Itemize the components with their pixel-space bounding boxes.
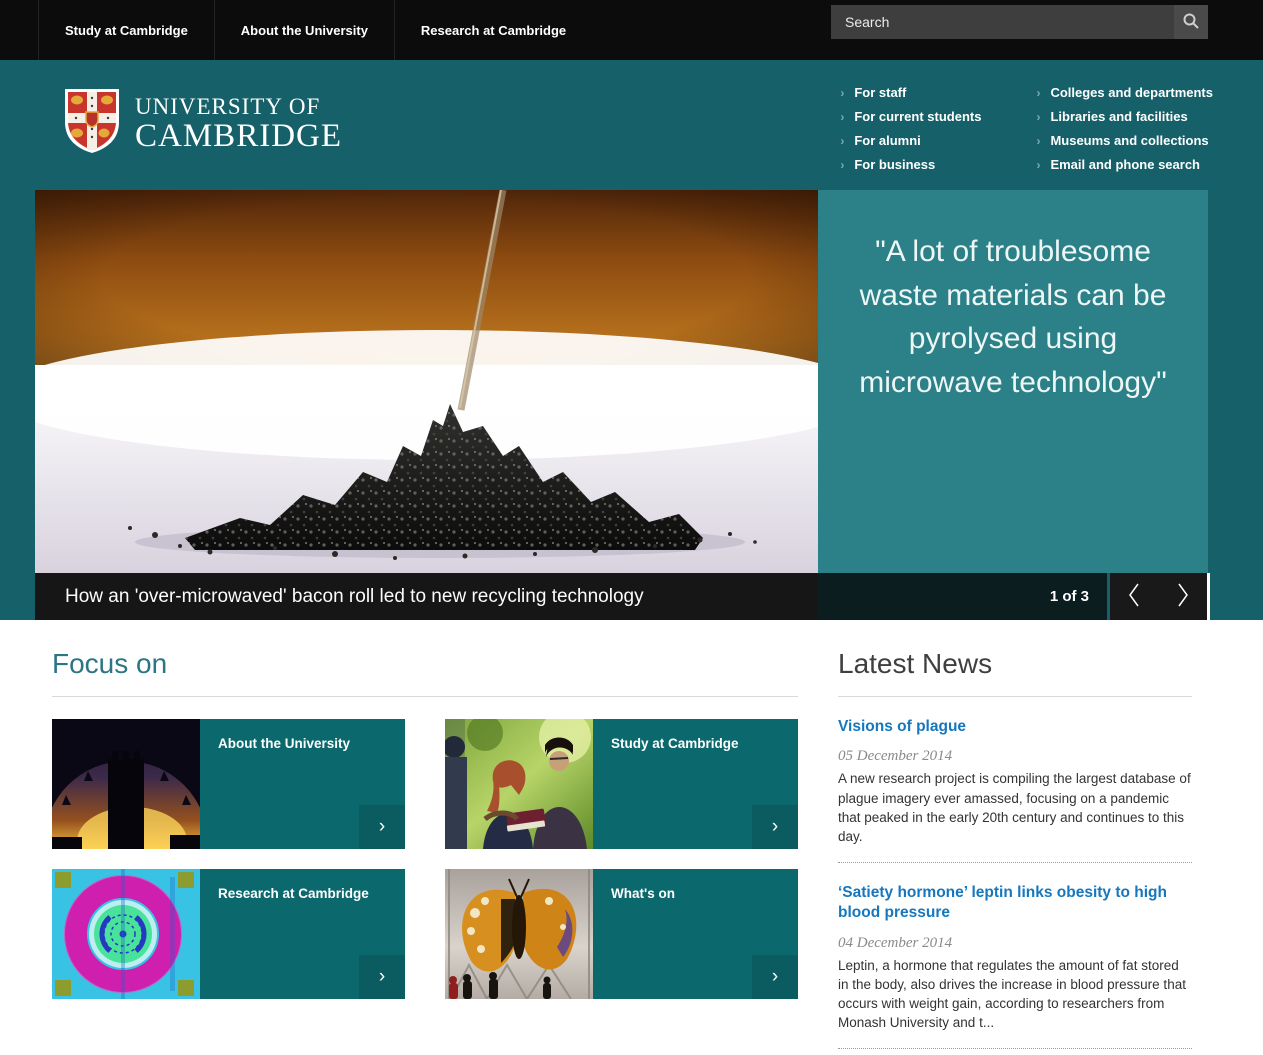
chevron-right-icon: › xyxy=(840,110,844,124)
tile-image-microscopy xyxy=(52,869,200,999)
carousel-next-button[interactable] xyxy=(1159,573,1208,620)
tile-research-at-cambridge[interactable]: Research at Cambridge › xyxy=(52,869,405,999)
university-logo[interactable]: UNIVERSITY OF CAMBRIDGE xyxy=(64,88,342,159)
news-article-title[interactable]: ‘Satiety hormone’ leptin links obesity t… xyxy=(838,883,1192,924)
link-colleges-departments[interactable]: › Colleges and departments xyxy=(1036,81,1213,105)
carousel-controls xyxy=(1110,573,1207,620)
focus-on-heading: Focus on xyxy=(52,648,798,680)
search-button[interactable] xyxy=(1174,5,1208,39)
chevron-right-icon: › xyxy=(840,86,844,100)
chevron-left-icon xyxy=(1126,581,1142,612)
news-article: ‘Satiety hormone’ leptin links obesity t… xyxy=(838,883,1192,1049)
chevron-right-icon: › xyxy=(840,134,844,148)
page-indicator-text: 1 of 3 xyxy=(1050,588,1089,605)
news-article-summary: Leptin, a hormone that regulates the amo… xyxy=(838,956,1192,1033)
nav-label: Study at Cambridge xyxy=(65,23,188,38)
carousel-page-indicator: 1 of 3 xyxy=(818,573,1110,620)
chevron-right-icon: › xyxy=(379,816,385,838)
search-icon xyxy=(1182,12,1200,33)
divider xyxy=(838,696,1192,697)
chevron-right-icon: › xyxy=(772,816,778,838)
focus-on-section: Focus on xyxy=(52,642,798,1055)
link-for-staff[interactable]: › For staff xyxy=(840,81,981,105)
hero-quote-panel: "A lot of troublesome waste materials ca… xyxy=(818,190,1208,573)
latest-news-heading: Latest News xyxy=(838,648,1192,680)
search-input[interactable] xyxy=(831,5,1174,39)
tile-arrow-button[interactable]: › xyxy=(359,805,405,849)
link-for-current-students[interactable]: › For current students xyxy=(840,105,981,129)
chevron-right-icon: › xyxy=(379,966,385,988)
brand-line1: UNIVERSITY OF xyxy=(135,94,342,119)
teal-header-zone: UNIVERSITY OF CAMBRIDGE › For staff › For … xyxy=(0,60,1263,620)
tile-label: Research at Cambridge xyxy=(200,869,381,999)
chevron-right-icon: › xyxy=(1036,110,1040,124)
caption-text: How an 'over-microwaved' bacon roll led … xyxy=(65,586,644,608)
latest-news-section: Latest News Visions of plague 05 Decembe… xyxy=(838,642,1192,1055)
cambridge-shield-icon xyxy=(64,88,120,159)
link-label: Museums and collections xyxy=(1050,133,1208,148)
tile-label: What's on xyxy=(593,869,687,999)
hero-quote-text: "A lot of troublesome waste materials ca… xyxy=(859,235,1166,399)
news-article-date: 05 December 2014 xyxy=(838,748,1192,765)
carousel-prev-button[interactable] xyxy=(1110,573,1159,620)
carousel-bar: How an 'over-microwaved' bacon roll led … xyxy=(35,573,1210,620)
hero-image-pyrolysed-carbon[interactable] xyxy=(35,190,818,573)
top-navigation-bar: Study at Cambridge About the University … xyxy=(0,0,1263,60)
news-article: Visions of plague 05 December 2014 A new… xyxy=(838,717,1192,863)
tile-study-at-cambridge[interactable]: Study at Cambridge › xyxy=(445,719,798,849)
nav-label: About the University xyxy=(241,23,368,38)
main-content: Focus on xyxy=(0,620,1263,1055)
tile-whats-on[interactable]: What's on › xyxy=(445,869,798,999)
tile-about-the-university[interactable]: About the University › xyxy=(52,719,405,849)
chevron-right-icon: › xyxy=(1036,134,1040,148)
link-label: For alumni xyxy=(854,133,920,148)
link-label: Libraries and facilities xyxy=(1050,109,1187,124)
brand-line2: CAMBRIDGE xyxy=(135,119,342,154)
carousel-caption[interactable]: How an 'over-microwaved' bacon roll led … xyxy=(35,573,818,620)
quick-links-column-1: › For staff › For current students › For al… xyxy=(840,81,981,177)
link-museums-collections[interactable]: › Museums and collections xyxy=(1036,129,1213,153)
chevron-right-icon: › xyxy=(840,158,844,172)
chevron-right-icon xyxy=(1175,581,1191,612)
tile-arrow-button[interactable]: › xyxy=(752,955,798,999)
nav-study-at-cambridge[interactable]: Study at Cambridge xyxy=(38,0,214,60)
tile-label: About the University xyxy=(200,719,362,849)
nav-label: Research at Cambridge xyxy=(421,23,566,38)
news-article-summary: A new research project is compiling the … xyxy=(838,769,1192,846)
tile-image-students xyxy=(445,719,593,849)
chevron-right-icon: › xyxy=(772,966,778,988)
link-label: For staff xyxy=(854,85,906,100)
tile-arrow-button[interactable]: › xyxy=(752,805,798,849)
link-libraries-facilities[interactable]: › Libraries and facilities xyxy=(1036,105,1213,129)
tile-label: Study at Cambridge xyxy=(593,719,751,849)
site-search xyxy=(831,5,1208,39)
quick-links: › For staff › For current students › For al… xyxy=(840,81,1213,177)
tile-image-butterfly-exhibit xyxy=(445,869,593,999)
link-label: Colleges and departments xyxy=(1050,85,1213,100)
link-label: For current students xyxy=(854,109,981,124)
link-email-phone-search[interactable]: › Email and phone search xyxy=(1036,153,1213,177)
brand-wordmark: UNIVERSITY OF CAMBRIDGE xyxy=(135,94,342,154)
tile-image-church-silhouette xyxy=(52,719,200,849)
chevron-right-icon: › xyxy=(1036,158,1040,172)
nav-research-at-cambridge[interactable]: Research at Cambridge xyxy=(394,0,592,60)
tile-arrow-button[interactable]: › xyxy=(359,955,405,999)
link-label: Email and phone search xyxy=(1050,157,1200,172)
news-article-date: 04 December 2014 xyxy=(838,935,1192,952)
news-article-title[interactable]: Visions of plague xyxy=(838,717,1192,737)
divider xyxy=(52,696,798,697)
masthead: UNIVERSITY OF CAMBRIDGE › For staff › For … xyxy=(0,60,1263,190)
quick-links-column-2: › Colleges and departments › Libraries and… xyxy=(1036,81,1213,177)
chevron-right-icon: › xyxy=(1036,86,1040,100)
hero-carousel-slide: "A lot of troublesome waste materials ca… xyxy=(0,190,1263,573)
link-label: For business xyxy=(854,157,935,172)
focus-tiles-grid: About the University › xyxy=(52,719,798,999)
link-for-business[interactable]: › For business xyxy=(840,153,981,177)
nav-about-the-university[interactable]: About the University xyxy=(214,0,394,60)
link-for-alumni[interactable]: › For alumni xyxy=(840,129,981,153)
